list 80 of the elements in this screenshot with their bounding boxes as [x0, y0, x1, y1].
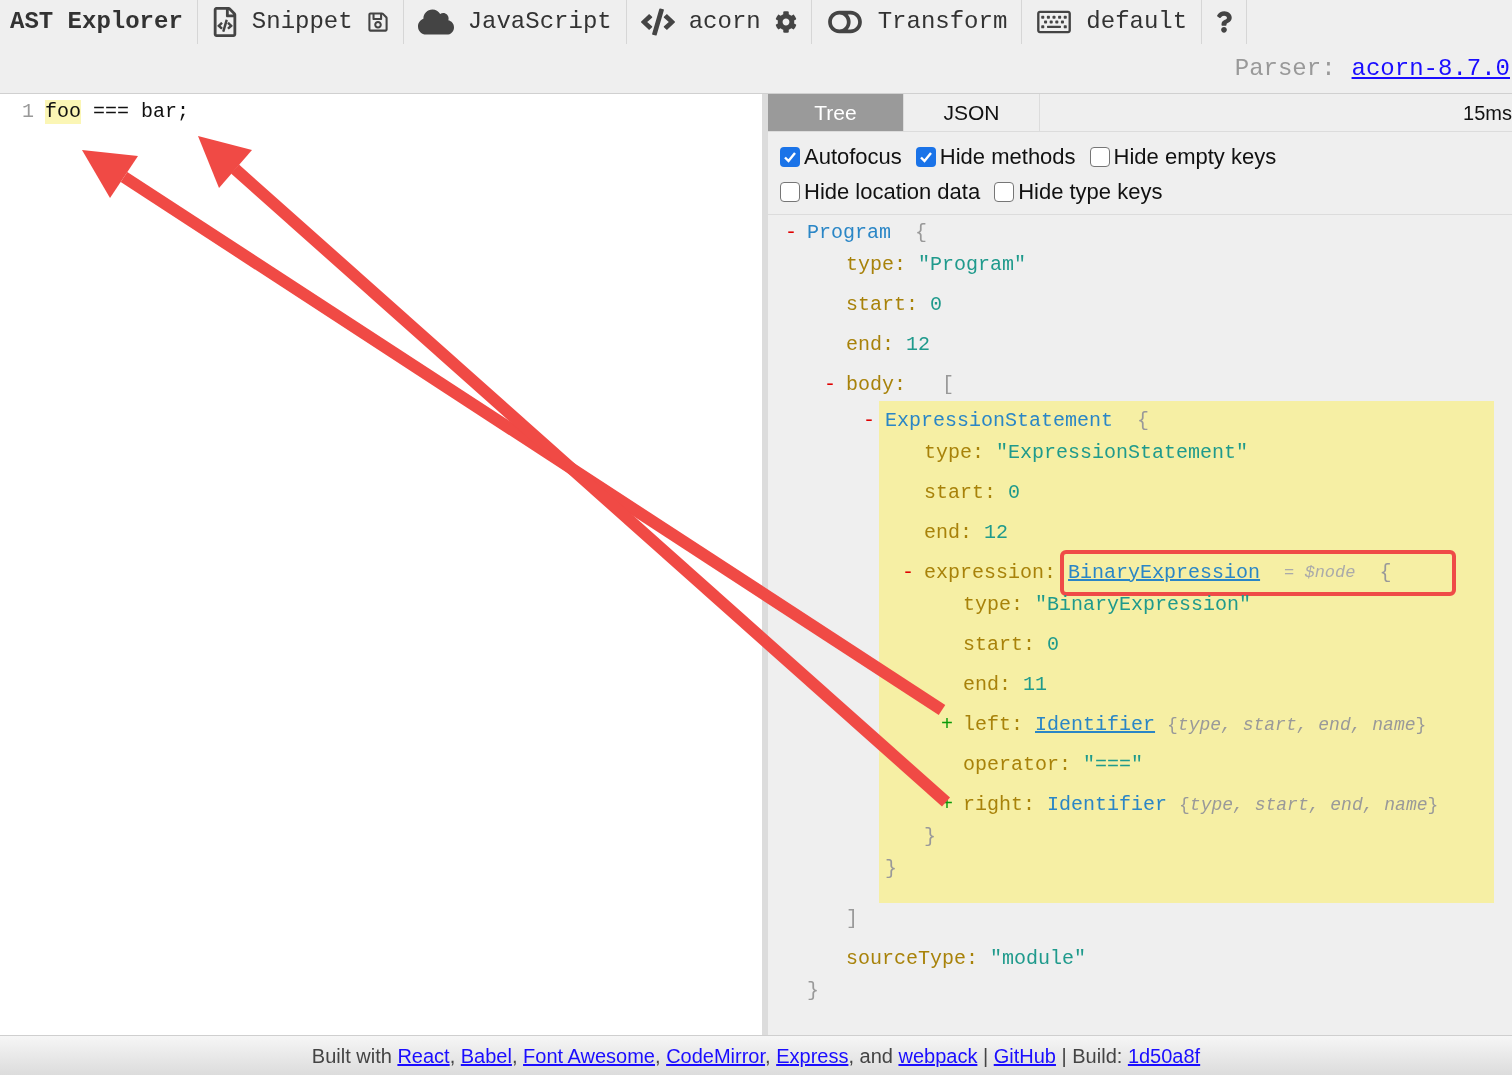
collapsed-summary: {type, start, end, name}	[1167, 713, 1427, 737]
checkbox[interactable]	[780, 181, 800, 202]
tree-key: sourceType:	[846, 944, 979, 974]
collapsed-summary: {type, start, end, name}	[1179, 793, 1439, 817]
save-icon[interactable]	[366, 11, 389, 33]
parse-time: 15ms	[1463, 100, 1512, 126]
code-text: foo	[45, 100, 81, 124]
brace: [	[942, 372, 955, 398]
tree-key: type:	[924, 438, 984, 468]
toggle[interactable]: -	[824, 370, 846, 400]
cloud-icon	[417, 7, 454, 37]
brace: {	[915, 220, 928, 246]
property-value: "module"	[990, 946, 1087, 972]
tab[interactable]: JSON	[904, 94, 1040, 131]
toggle[interactable]: -	[863, 406, 885, 436]
tree-key: operator:	[963, 750, 1072, 780]
brace: {	[1137, 408, 1150, 434]
property-value: 12	[984, 520, 1009, 546]
tree-key: body:	[846, 370, 906, 400]
property-value: "ExpressionStatement"	[996, 440, 1249, 466]
checkbox[interactable]	[1089, 146, 1110, 167]
property-value: 0	[1008, 480, 1021, 506]
node-annotation: = $node	[1284, 562, 1356, 585]
brace: }	[924, 824, 936, 850]
checkbox[interactable]	[994, 181, 1015, 202]
property-value: "==="	[1083, 752, 1144, 778]
tree-key: expression:	[924, 558, 1057, 588]
toggle[interactable]: -	[785, 218, 807, 248]
footer-link[interactable]: React	[397, 1044, 450, 1067]
language-menu[interactable]: JavaScript	[467, 4, 612, 40]
tree-key: start:	[846, 290, 918, 320]
option-label: Hide empty keys	[1113, 143, 1277, 171]
file-code-icon[interactable]	[211, 7, 238, 37]
checkbox[interactable]	[780, 146, 800, 167]
footer-link[interactable]: Express	[776, 1044, 849, 1067]
tree-key: type:	[846, 250, 906, 280]
option-label: Autofocus	[804, 143, 902, 171]
option-label: Hide type keys	[1018, 178, 1163, 206]
transform-menu[interactable]: Transform	[877, 4, 1008, 40]
tree-key: right:	[963, 790, 1035, 820]
node-type[interactable]: Program	[807, 218, 891, 248]
code-icon	[640, 8, 675, 36]
option-label: Hide location data	[804, 178, 981, 206]
tree-key: start:	[924, 478, 996, 508]
footer-link[interactable]: 1d50a8f	[1127, 1044, 1201, 1067]
tree-key: left:	[963, 710, 1023, 740]
footer-link[interactable]: webpack	[898, 1044, 978, 1067]
footer-link[interactable]: Font Awesome	[523, 1044, 655, 1067]
keymap-menu[interactable]: default	[1086, 4, 1188, 40]
property-value: 11	[1023, 672, 1048, 698]
toggle[interactable]: -	[902, 558, 924, 588]
tree-key: type:	[963, 590, 1023, 620]
tree-key: end:	[846, 330, 894, 360]
code-text: === bar;	[92, 100, 190, 124]
footer-link[interactable]: CodeMirror	[666, 1044, 766, 1067]
property-value: 0	[930, 292, 943, 318]
option-label: Hide methods	[939, 143, 1076, 171]
line-number: 1	[21, 100, 35, 124]
snippet-menu[interactable]: Snippet	[251, 4, 353, 40]
brace: }	[807, 978, 819, 1004]
tree-key: end:	[924, 518, 972, 548]
help-icon[interactable]	[1216, 11, 1233, 33]
property-value: "BinaryExpression"	[1035, 592, 1252, 618]
footer-link[interactable]: Babel	[460, 1044, 512, 1067]
tree-key: start:	[963, 630, 1035, 660]
app-title: AST Explorer	[10, 7, 183, 37]
tree-key: end:	[963, 670, 1011, 700]
brace: ]	[846, 906, 858, 932]
footer-text: Built with React, Babel, Font Awesome, CodeMirror, Express, and webpack | GitHub | Build: 1d50a8f	[311, 1043, 1201, 1069]
brace: }	[885, 856, 897, 882]
brace: {	[1379, 560, 1392, 586]
parser-label: Parser:	[1234, 53, 1336, 84]
parser-menu[interactable]: acorn	[688, 4, 761, 40]
property-value: "Program"	[918, 252, 1027, 278]
property-value: 0	[1047, 632, 1060, 658]
settings-icon[interactable]	[774, 11, 797, 33]
property-value: 12	[906, 332, 931, 358]
checkbox[interactable]	[915, 146, 936, 167]
footer-link[interactable]: GitHub	[993, 1044, 1056, 1067]
parser-version-link[interactable]: acorn-8.7.0	[1351, 50, 1510, 87]
